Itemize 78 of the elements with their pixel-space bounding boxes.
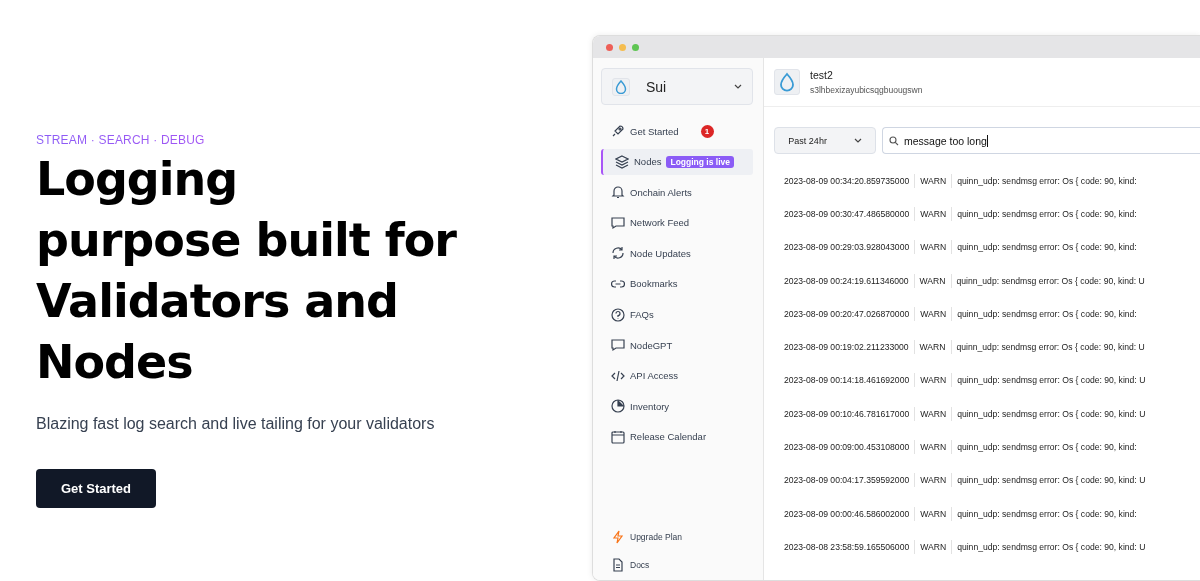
network-selector[interactable]: Sui bbox=[601, 68, 753, 105]
log-message: quinn_udp: sendmsg error: Os { code: 90, kind: U bbox=[957, 375, 1146, 386]
search-icon bbox=[889, 135, 899, 146]
log-level: WARN bbox=[920, 208, 947, 219]
drop-icon bbox=[774, 69, 800, 95]
chat-icon bbox=[611, 215, 625, 230]
log-timestamp: 2023-08-09 00:30:47.486580000 bbox=[784, 208, 910, 219]
sidebar-item[interactable]: Inventory bbox=[601, 393, 753, 420]
chat-icon bbox=[611, 338, 625, 353]
log-level: WARN bbox=[920, 175, 947, 186]
hero-title: Logging purpose built for Validators and Nodes bbox=[36, 151, 458, 391]
pie-chart-icon bbox=[611, 399, 625, 414]
close-icon[interactable] bbox=[606, 43, 613, 51]
maximize-icon[interactable] bbox=[632, 43, 639, 51]
refresh-icon bbox=[611, 246, 625, 261]
log-timestamp: 2023-08-09 00:29:03.928043000 bbox=[784, 242, 910, 253]
log-message: quinn_udp: sendmsg error: Os { code: 90, kind: U bbox=[956, 342, 1145, 353]
code-icon bbox=[611, 368, 625, 383]
sidebar-item[interactable]: FAQs bbox=[601, 301, 753, 328]
minimize-icon[interactable] bbox=[619, 43, 626, 51]
log-message: quinn_udp: sendmsg error: Os { code: 90, kind: bbox=[957, 442, 1137, 452]
log-message: quinn_udp: sendmsg error: Os { code: 90, kind: U bbox=[957, 541, 1146, 552]
log-timestamp: 2023-08-09 00:19:02.211233000 bbox=[784, 342, 909, 353]
bell-icon bbox=[611, 185, 625, 200]
log-level: WARN bbox=[920, 242, 947, 253]
sidebar-item[interactable]: API Access bbox=[601, 362, 753, 389]
sidebar-item[interactable]: Docs bbox=[601, 554, 753, 576]
log-timestamp: 2023-08-09 00:04:17.359592000 bbox=[784, 475, 910, 486]
log-message: quinn_udp: sendmsg error: Os { code: 90, kind: U bbox=[956, 275, 1145, 286]
hero-subtitle: Blazing fast log search and live tailing for your validators bbox=[36, 415, 436, 433]
log-timestamp: 2023-08-09 00:10:46.781617000 bbox=[784, 408, 910, 419]
sidebar-item[interactable]: NodeGPT bbox=[601, 332, 753, 359]
log-message: quinn_udp: sendmsg error: Os { code: 90, kind: bbox=[957, 508, 1137, 519]
log-timestamp: 2023-08-09 00:34:20.859735000 bbox=[784, 175, 910, 186]
sidebar-item[interactable]: Get Started 1 bbox=[601, 118, 753, 144]
chevron-down-icon bbox=[853, 138, 862, 143]
layers-icon bbox=[615, 154, 629, 169]
log-level: WARN bbox=[920, 308, 947, 319]
log-timestamp: 2023-08-09 00:20:47.026870000 bbox=[784, 308, 910, 319]
sidebar-item[interactable]: Upgrade Plan bbox=[601, 526, 753, 548]
log-message: quinn_udp: sendmsg error: Os { code: 90, kind: U bbox=[957, 475, 1146, 486]
log-timestamp: 2023-08-09 00:24:19.611346000 bbox=[784, 275, 909, 286]
log-message: quinn_udp: sendmsg error: Os { code: 90, kind: bbox=[957, 208, 1137, 219]
log-message: quinn_udp: sendmsg error: Os { code: 90, kind: bbox=[957, 308, 1137, 319]
time-range-dropdown[interactable]: Past 24hr bbox=[774, 127, 876, 154]
sidebar-item[interactable]: Nodes Logging is live bbox=[601, 148, 753, 175]
drop-icon bbox=[612, 77, 630, 96]
notification-count: 1 bbox=[700, 124, 714, 138]
log-level: WARN bbox=[920, 508, 947, 519]
log-timestamp: 2023-08-08 23:58:59.165506000 bbox=[784, 541, 910, 552]
log-level: WARN bbox=[919, 342, 946, 353]
get-started-button[interactable]: Get Started bbox=[36, 469, 156, 508]
log-level: WARN bbox=[920, 408, 947, 419]
log-timestamp: 2023-08-09 00:14:18.461692000 bbox=[784, 375, 910, 386]
document-icon bbox=[611, 558, 625, 572]
node-name: test2 bbox=[810, 69, 834, 81]
sidebar-item[interactable]: Node Updates bbox=[601, 240, 753, 267]
node-id: s3lhbexizayubicsqgbuougswn bbox=[810, 85, 923, 95]
log-message: quinn_udp: sendmsg error: Os { code: 90, kind: U bbox=[957, 408, 1146, 419]
lightning-icon bbox=[611, 530, 625, 544]
help-icon bbox=[611, 307, 625, 322]
log-level: WARN bbox=[919, 275, 946, 286]
chevron-down-icon bbox=[734, 84, 742, 89]
sidebar-item[interactable]: Bookmarks bbox=[601, 270, 753, 297]
sidebar-item[interactable]: Network Feed bbox=[601, 209, 753, 236]
sidebar-item[interactable]: Onchain Alerts bbox=[601, 179, 753, 206]
log-message: quinn_udp: sendmsg error: Os { code: 90, kind: bbox=[957, 175, 1137, 186]
status-badge: Logging is live bbox=[666, 155, 734, 168]
log-message: quinn_udp: sendmsg error: Os { code: 90, kind: bbox=[957, 242, 1137, 253]
log-level: WARN bbox=[920, 475, 947, 486]
log-timestamp: 2023-08-09 00:00:46.586002000 bbox=[784, 508, 910, 519]
calendar-icon bbox=[611, 429, 625, 444]
log-level: WARN bbox=[920, 541, 947, 552]
log-level: WARN bbox=[920, 442, 947, 452]
sidebar-item[interactable]: Release Calendar bbox=[601, 423, 753, 450]
search-field[interactable]: message too long bbox=[882, 127, 1200, 154]
log-level: WARN bbox=[920, 375, 947, 386]
log-timestamp: 2023-08-09 00:09:00.453108000 bbox=[784, 442, 910, 452]
